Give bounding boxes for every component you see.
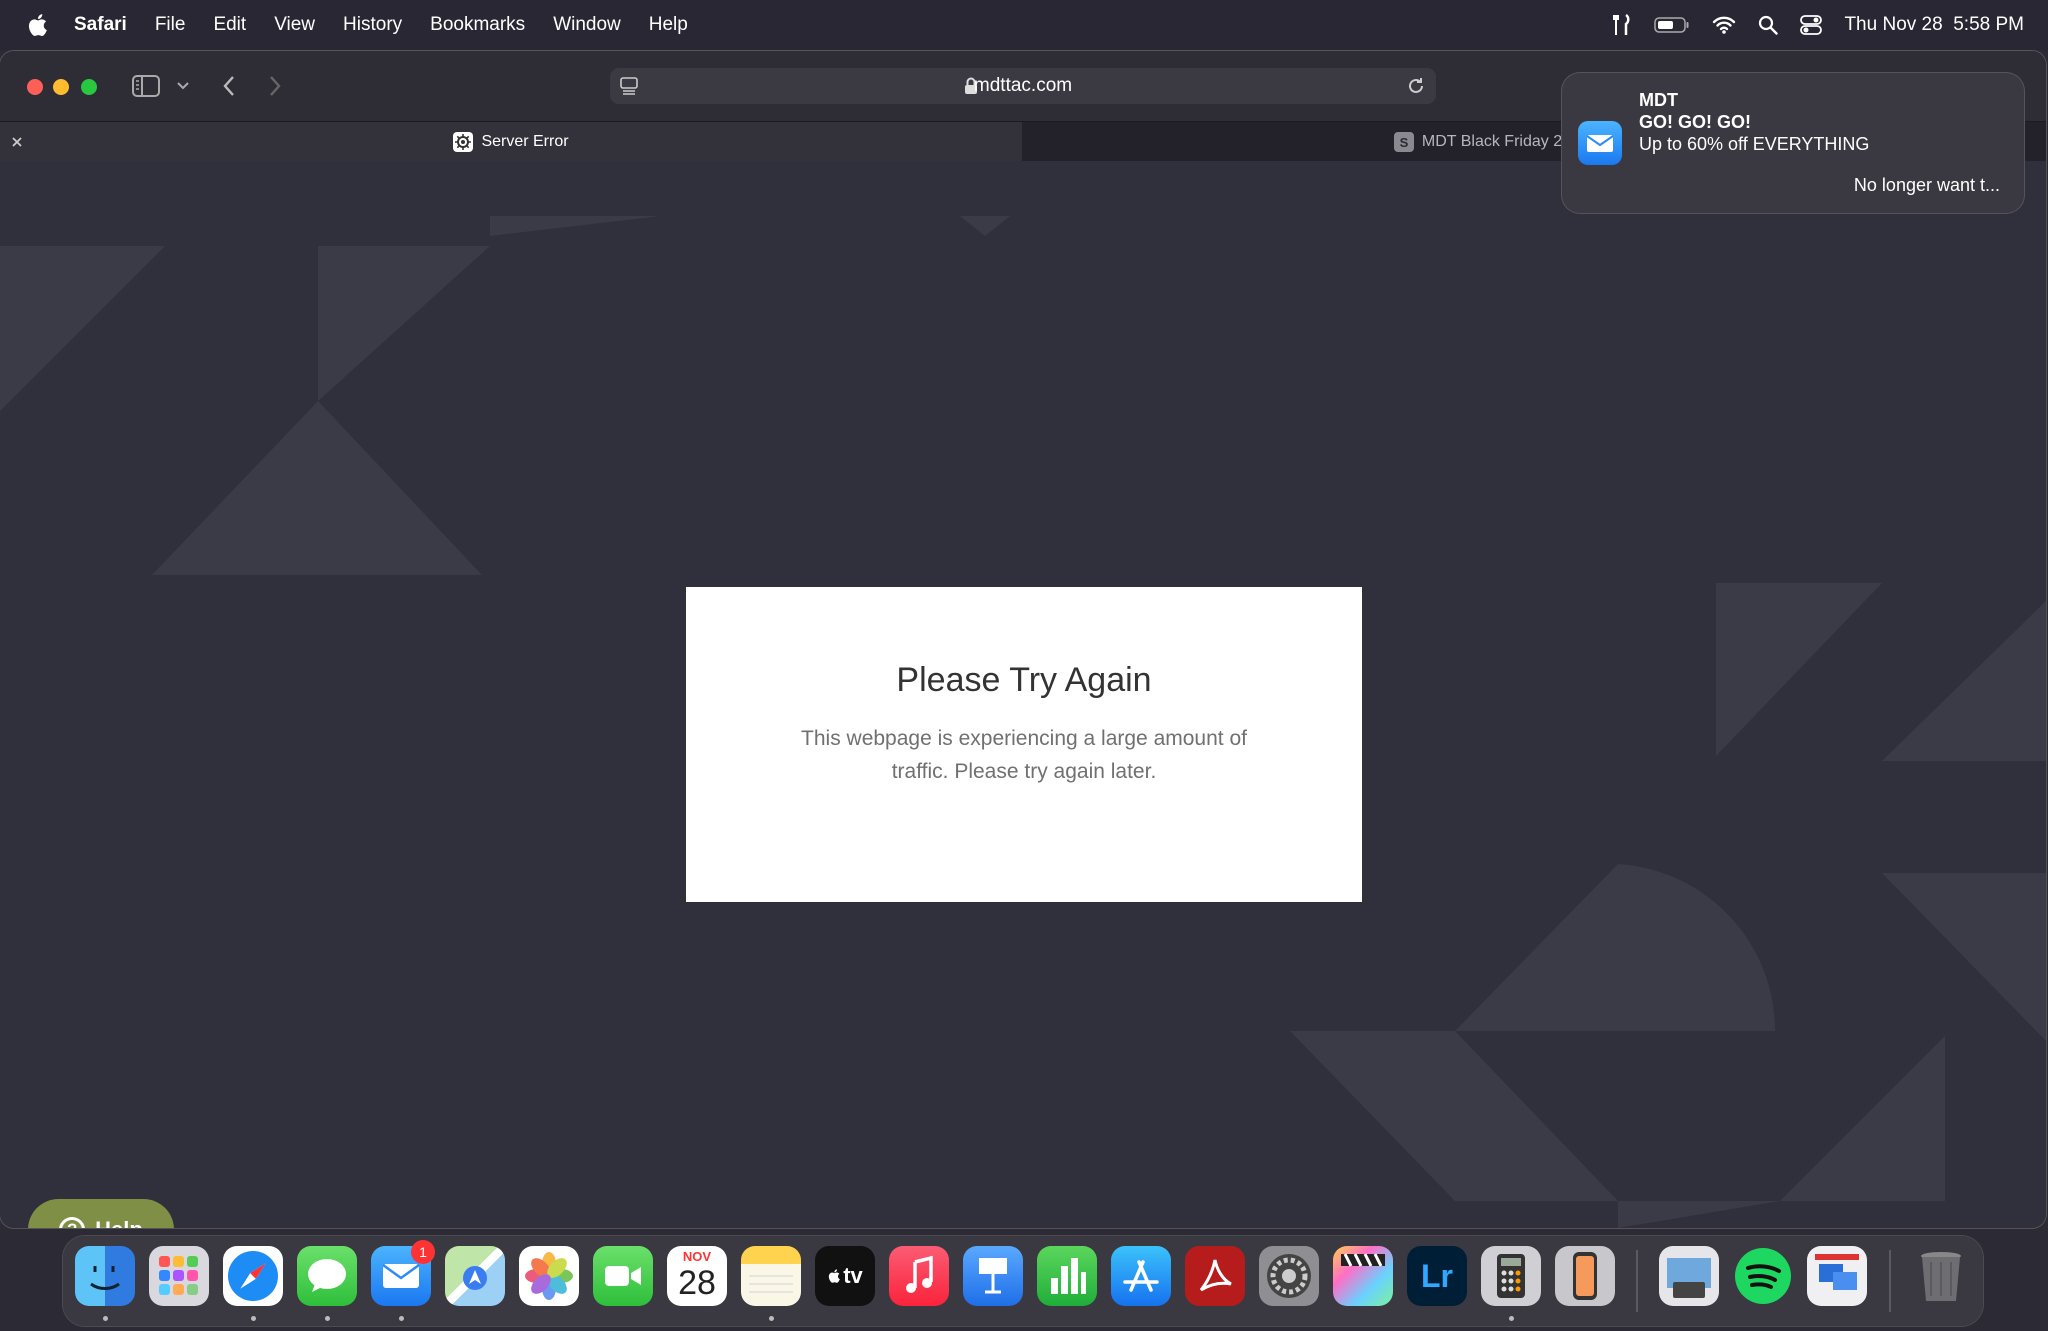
preview-icon[interactable] (1659, 1246, 1719, 1306)
launchpad-icon[interactable] (149, 1246, 209, 1306)
facetime-icon[interactable] (593, 1246, 653, 1306)
music-icon[interactable] (889, 1246, 949, 1306)
error-message: This webpage is experiencing a large amo… (801, 727, 1247, 783)
close-tab-icon[interactable] (10, 135, 24, 149)
running-indicator (251, 1316, 256, 1321)
menu-view[interactable]: View (274, 14, 315, 36)
tab-favicon-letter: S (1393, 132, 1414, 152)
dock-divider (1889, 1250, 1891, 1312)
running-indicator (769, 1316, 774, 1321)
photos-icon[interactable] (519, 1246, 579, 1306)
calendar-month: NOV (682, 1249, 712, 1264)
spotlight-search-icon[interactable] (1758, 15, 1779, 35)
running-indicator (103, 1316, 108, 1321)
dock-divider (1636, 1250, 1638, 1312)
dock: 1 NOV 28 tv Lr (63, 1236, 1983, 1326)
remote-desktop-icon[interactable] (1807, 1246, 1867, 1306)
mail-notification[interactable]: MDT GO! GO! GO! Up to 60% off EVERYTHING… (1562, 73, 2024, 213)
messages-icon[interactable] (297, 1246, 357, 1306)
back-icon[interactable] (222, 75, 236, 97)
error-card: Please Try Again This webpage is experie… (686, 587, 1362, 902)
forward-icon[interactable] (268, 75, 282, 97)
running-indicator (325, 1316, 330, 1321)
spotify-icon[interactable] (1733, 1246, 1793, 1306)
gear-favicon-icon (453, 132, 474, 152)
error-title: Please Try Again (896, 661, 1152, 699)
mail-badge: 1 (411, 1240, 435, 1264)
help-button[interactable]: ? Help (28, 1199, 174, 1228)
notification-unsubscribe-action[interactable]: No longer want t... (1854, 175, 2000, 196)
app-store-icon[interactable] (1111, 1246, 1171, 1306)
tab-server-error[interactable]: Server Error (0, 122, 1022, 162)
battery-icon[interactable] (1654, 16, 1690, 34)
window-maximize-button[interactable] (81, 79, 97, 95)
calendar-icon[interactable]: NOV 28 (667, 1246, 727, 1306)
tab-title: Server Error (481, 133, 569, 150)
control-center-icon[interactable] (1800, 15, 1823, 35)
page-content: Please Try Again This webpage is experie… (0, 161, 2046, 1228)
iphone-mirroring-icon[interactable] (1555, 1246, 1615, 1306)
chevron-down-icon[interactable] (176, 81, 190, 91)
system-settings-icon[interactable] (1259, 1246, 1319, 1306)
address-bar[interactable]: mdttac.com (610, 68, 1436, 104)
apple-icon[interactable] (26, 12, 52, 38)
menu-edit[interactable]: Edit (213, 14, 246, 36)
window-minimize-button[interactable] (53, 79, 69, 95)
sidebar-toggle-icon[interactable] (132, 75, 160, 97)
running-indicator (1509, 1316, 1514, 1321)
notification-body: Up to 60% off EVERYTHING (1639, 134, 1870, 154)
reload-icon[interactable] (1406, 76, 1426, 96)
lightroom-label: Lr (1421, 1257, 1453, 1294)
wifi-icon[interactable] (1712, 16, 1736, 34)
maps-icon[interactable] (445, 1246, 505, 1306)
finder-icon[interactable] (75, 1246, 135, 1306)
apple-icon (829, 1269, 841, 1283)
menu-help[interactable]: Help (649, 14, 688, 36)
menu-file[interactable]: File (155, 14, 186, 36)
safari-icon[interactable] (223, 1246, 283, 1306)
final-cut-icon[interactable] (1333, 1246, 1393, 1306)
menu-bookmarks[interactable]: Bookmarks (430, 14, 525, 36)
apple-tv-label: tv (843, 1263, 863, 1288)
window-close-button[interactable] (27, 79, 43, 95)
url-text: mdttac.com (973, 75, 1073, 96)
safari-window: mdttac.com Server Error S MDT Black Frid… (0, 51, 2046, 1228)
running-indicator (399, 1316, 404, 1321)
calendar-day: 28 (678, 1264, 716, 1302)
menu-history[interactable]: History (343, 14, 402, 36)
acrobat-icon[interactable] (1185, 1246, 1245, 1306)
menubar-clock[interactable]: Thu Nov 28 5:58 PM (1844, 14, 2024, 36)
calculator-icon[interactable] (1481, 1246, 1541, 1306)
menu-window[interactable]: Window (553, 14, 621, 36)
trash-icon[interactable] (1911, 1246, 1971, 1306)
question-icon: ? (59, 1216, 86, 1228)
mail-app-icon (1578, 121, 1622, 165)
notes-icon[interactable] (741, 1246, 801, 1306)
apple-tv-icon[interactable]: tv (815, 1246, 875, 1306)
lightroom-icon[interactable]: Lr (1407, 1246, 1467, 1306)
numbers-icon[interactable] (1037, 1246, 1097, 1306)
help-button-label: Help (95, 1217, 143, 1229)
menu-app-safari[interactable]: Safari (74, 14, 127, 36)
keynote-icon[interactable] (963, 1246, 1023, 1306)
menu-bar: Safari File Edit View History Bookmarks … (0, 0, 2048, 50)
notification-subject: GO! GO! GO! (1639, 112, 1751, 132)
notification-sender: MDT (1639, 90, 1678, 110)
tools-icon[interactable] (1612, 14, 1632, 36)
